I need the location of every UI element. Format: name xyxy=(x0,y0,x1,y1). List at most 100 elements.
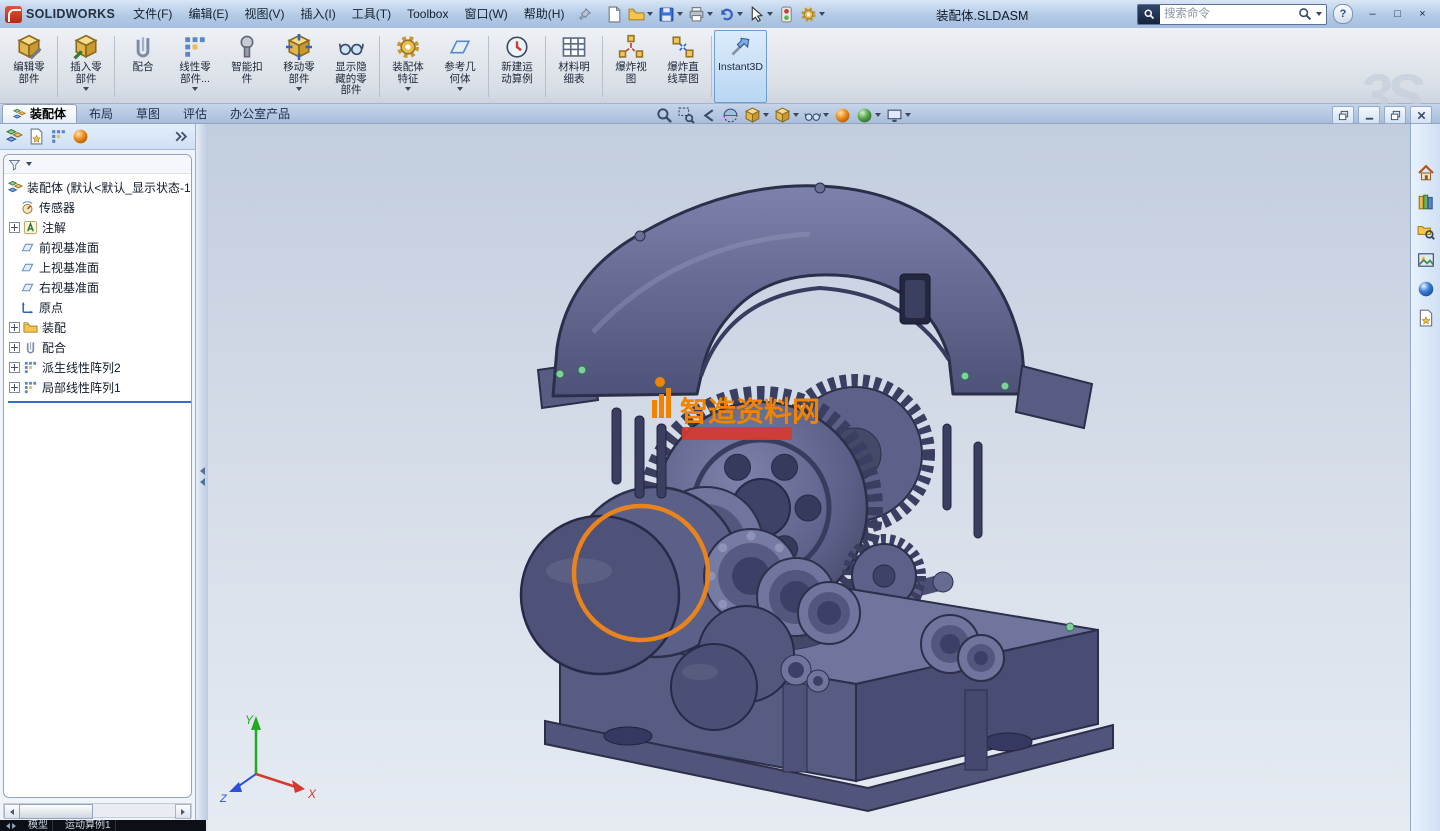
ribbon-insert-components-button[interactable]: 插入零 部件 xyxy=(60,30,112,103)
tree-root-assembly[interactable]: 装配体 (默认<默认_显示状态-1 xyxy=(8,177,191,197)
filter-funnel-icon[interactable] xyxy=(8,158,21,171)
menu-help[interactable]: 帮助(H) xyxy=(516,1,573,28)
appearances-scenes-button[interactable] xyxy=(1414,278,1438,300)
tree-item-sensors[interactable]: 传感器 xyxy=(8,197,191,217)
open-document-button[interactable] xyxy=(626,4,655,25)
search-scope-button[interactable] xyxy=(1138,5,1160,24)
ribbon-reference-geometry-button[interactable]: 参考几 何体 xyxy=(434,30,486,103)
tree-item-origin[interactable]: 原点 xyxy=(8,297,191,317)
tab-layout[interactable]: 布局 xyxy=(78,104,124,123)
scrollbar-thumb[interactable] xyxy=(19,804,93,819)
top-cover[interactable] xyxy=(538,183,1092,428)
dropdown-arrow-icon[interactable] xyxy=(405,87,411,91)
graphics-area[interactable]: 智造资料网 Y X Z xyxy=(208,124,1410,831)
doc-restore-button[interactable] xyxy=(1332,106,1354,124)
menu-edit[interactable]: 编辑(E) xyxy=(180,1,236,28)
expand-toggle[interactable] xyxy=(9,222,20,233)
dropdown-arrow-icon[interactable] xyxy=(192,87,198,91)
tree-item-top-plane[interactable]: 上视基准面 xyxy=(8,257,191,277)
tree-item-assembly-folder[interactable]: 装配 xyxy=(8,317,191,337)
tree-item-front-plane[interactable]: 前视基准面 xyxy=(8,237,191,257)
ribbon-instant3d-button[interactable]: Instant3D xyxy=(714,30,767,103)
ribbon-exploded-view-button[interactable]: 爆炸视 图 xyxy=(605,30,657,103)
tab-scroll-arrows[interactable] xyxy=(6,823,16,829)
dropdown-arrow-icon[interactable] xyxy=(457,87,463,91)
expand-panel-chevron-icon[interactable] xyxy=(172,128,189,145)
options-button[interactable] xyxy=(798,4,827,25)
ribbon-mate-button[interactable]: 配合 xyxy=(117,30,169,103)
tab-office-products[interactable]: 办公室产品 xyxy=(219,104,301,123)
doc-tile-button[interactable] xyxy=(1384,106,1406,124)
dropdown-arrow-icon[interactable] xyxy=(677,12,683,16)
custom-properties-button[interactable] xyxy=(1414,307,1438,329)
ribbon-new-motion-study-button[interactable]: 新建运 动算例 xyxy=(491,30,543,103)
help-button[interactable]: ? xyxy=(1333,4,1353,24)
undo-button[interactable] xyxy=(716,4,745,25)
scroll-left-arrow[interactable] xyxy=(4,804,20,819)
dropdown-arrow-icon[interactable] xyxy=(83,87,89,91)
tree-item-annotations[interactable]: 注解 xyxy=(8,217,191,237)
solidworks-resources-button[interactable] xyxy=(1414,162,1438,184)
menu-file[interactable]: 文件(F) xyxy=(125,1,180,28)
expand-toggle[interactable] xyxy=(9,362,20,373)
ribbon-edit-component-button[interactable]: 编辑零 部件 xyxy=(3,30,55,103)
search-icon[interactable] xyxy=(1298,7,1312,21)
tab-model[interactable]: 模型 xyxy=(24,820,53,831)
tree-item-derived-pattern[interactable]: 派生线性阵列2 xyxy=(8,357,191,377)
dropdown-arrow-icon[interactable] xyxy=(707,12,713,16)
dropdown-arrow-icon[interactable] xyxy=(767,12,773,16)
displaymanager-tab-icon[interactable] xyxy=(72,128,89,145)
dropdown-arrow-icon[interactable] xyxy=(905,113,911,117)
view-palette-button[interactable] xyxy=(1414,249,1438,271)
dropdown-arrow-icon[interactable] xyxy=(823,113,829,117)
dropdown-arrow-icon[interactable] xyxy=(1316,12,1322,16)
tab-evaluate[interactable]: 评估 xyxy=(172,104,218,123)
hide-show-items-button[interactable] xyxy=(803,106,830,125)
menu-insert[interactable]: 插入(I) xyxy=(292,1,343,28)
maximize-button[interactable]: □ xyxy=(1386,4,1409,24)
design-library-button[interactable] xyxy=(1414,191,1438,213)
expand-toggle[interactable] xyxy=(9,382,20,393)
rebuild-button[interactable] xyxy=(776,4,797,25)
rollback-bar[interactable] xyxy=(8,401,191,403)
dropdown-arrow-icon[interactable] xyxy=(763,113,769,117)
dropdown-arrow-icon[interactable] xyxy=(819,12,825,16)
print-button[interactable] xyxy=(686,4,715,25)
ribbon-assembly-features-button[interactable]: 装配体 特征 xyxy=(382,30,434,103)
scroll-right-arrow[interactable] xyxy=(175,804,191,819)
ribbon-show-hidden-components-button[interactable]: 显示隐 藏的零 部件 xyxy=(325,30,377,103)
propertymanager-tab-icon[interactable] xyxy=(28,128,45,145)
ribbon-smart-fasteners-button[interactable]: 智能扣 件 xyxy=(221,30,273,103)
expand-toggle[interactable] xyxy=(9,322,20,333)
tree-item-right-plane[interactable]: 右视基准面 xyxy=(8,277,191,297)
tree-item-local-pattern[interactable]: 局部线性阵列1 xyxy=(8,377,191,397)
dropdown-arrow-icon[interactable] xyxy=(647,12,653,16)
tree-item-mates[interactable]: 配合 xyxy=(8,337,191,357)
search-input[interactable] xyxy=(1160,6,1296,23)
apply-scene-button[interactable] xyxy=(855,106,882,125)
expand-toggle[interactable] xyxy=(9,342,20,353)
doc-minimize-button[interactable] xyxy=(1358,106,1380,124)
ribbon-linear-component-pattern-button[interactable]: 线性零 部件... xyxy=(169,30,221,103)
close-button[interactable]: × xyxy=(1411,4,1434,24)
dropdown-arrow-icon[interactable] xyxy=(737,12,743,16)
dropdown-arrow-icon[interactable] xyxy=(793,113,799,117)
ribbon-explode-line-sketch-button[interactable]: 爆炸直 线草图 xyxy=(657,30,709,103)
dropdown-arrow-icon[interactable] xyxy=(875,113,881,117)
previous-view-button[interactable] xyxy=(699,106,718,125)
pin-menu-icon[interactable] xyxy=(578,7,592,21)
minimize-button[interactable]: – xyxy=(1361,4,1384,24)
dropdown-arrow-icon[interactable] xyxy=(26,162,32,166)
splitter-collapse-handle[interactable] xyxy=(198,452,206,500)
select-button[interactable] xyxy=(746,4,775,25)
tab-sketch[interactable]: 草图 xyxy=(125,104,171,123)
zoom-fit-button[interactable] xyxy=(655,106,674,125)
save-button[interactable] xyxy=(656,4,685,25)
panel-horizontal-scrollbar[interactable] xyxy=(3,803,192,818)
dropdown-arrow-icon[interactable] xyxy=(296,87,302,91)
file-explorer-button[interactable] xyxy=(1414,220,1438,242)
ribbon-bill-of-materials-button[interactable]: 材料明 细表 xyxy=(548,30,600,103)
configurationmanager-tab-icon[interactable] xyxy=(50,128,67,145)
section-view-button[interactable] xyxy=(721,106,740,125)
display-style-button[interactable] xyxy=(773,106,800,125)
